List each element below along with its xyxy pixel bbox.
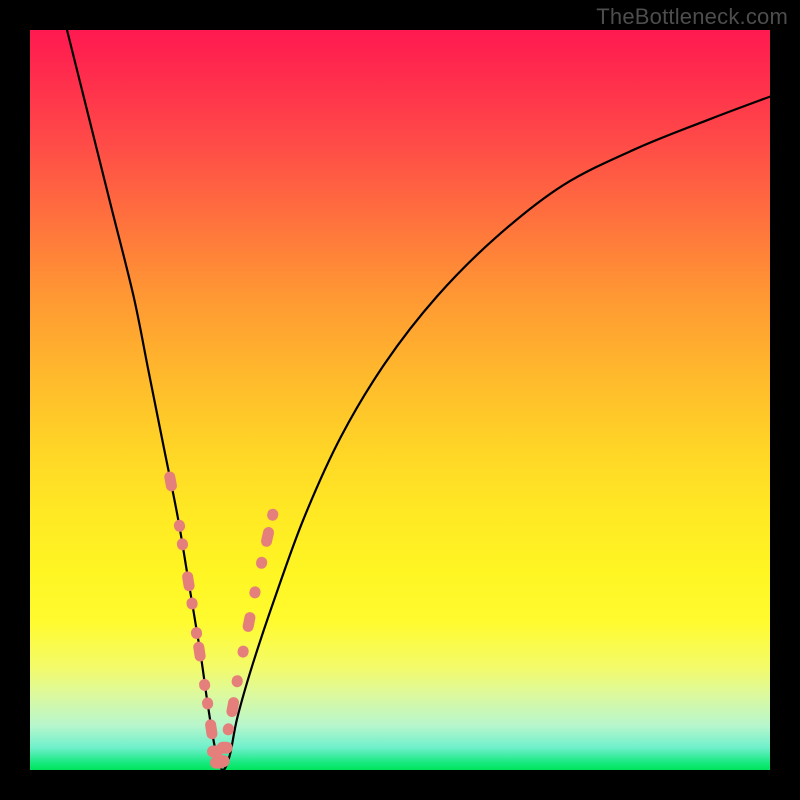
highlight-bead [201, 697, 214, 710]
highlight-bead [260, 526, 275, 548]
highlight-dots [163, 471, 279, 769]
highlight-bead [214, 755, 230, 767]
curve-layer [30, 30, 770, 770]
highlight-bead [176, 538, 189, 552]
highlight-bead [181, 571, 195, 593]
highlight-bead [190, 626, 203, 640]
highlight-bead [192, 641, 206, 662]
highlight-bead [173, 519, 186, 533]
bottleneck-curve [67, 30, 770, 770]
watermark-text: TheBottleneck.com [596, 4, 788, 30]
highlight-bead [266, 508, 279, 522]
highlight-bead [255, 556, 268, 570]
highlight-bead [231, 674, 244, 688]
highlight-bead [217, 742, 233, 754]
highlight-bead [204, 719, 218, 740]
highlight-bead [163, 471, 178, 493]
highlight-bead [198, 678, 211, 692]
highlight-bead [186, 597, 199, 611]
chart-frame: TheBottleneck.com [0, 0, 800, 800]
highlight-bead [248, 585, 261, 599]
highlight-bead [237, 645, 250, 659]
highlight-bead [242, 611, 257, 633]
plot-area [30, 30, 770, 770]
